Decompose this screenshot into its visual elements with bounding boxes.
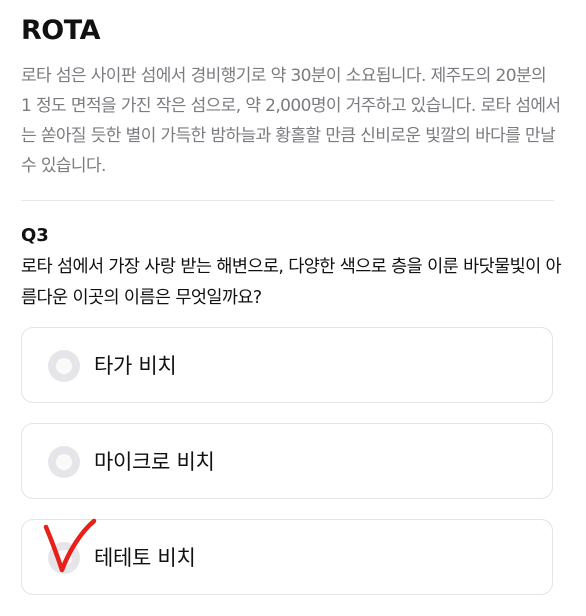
divider [21,200,554,201]
page-title: ROTA [21,15,100,46]
answer-option-taga-beach[interactable]: 타가 비치 [21,327,553,403]
radio-button[interactable] [48,446,80,478]
answer-option-teteto-beach[interactable]: 테테토 비치 [21,519,553,595]
answer-option-micro-beach[interactable]: 마이크로 비치 [21,423,553,499]
radio-button[interactable] [48,350,80,382]
option-label: 테테토 비치 [94,546,196,570]
question-number: Q3 [21,225,49,246]
question-text: 로타 섬에서 가장 사랑 받는 해변으로, 다양한 색으로 층을 이룬 바닷물빛… [21,257,562,308]
option-label: 마이크로 비치 [94,450,215,474]
option-label: 타가 비치 [94,354,177,378]
radio-button[interactable] [48,542,80,574]
island-description: 로타 섬은 사이판 섬에서 경비행기로 약 30분이 소요됩니다. 제주도의 2… [21,66,561,176]
